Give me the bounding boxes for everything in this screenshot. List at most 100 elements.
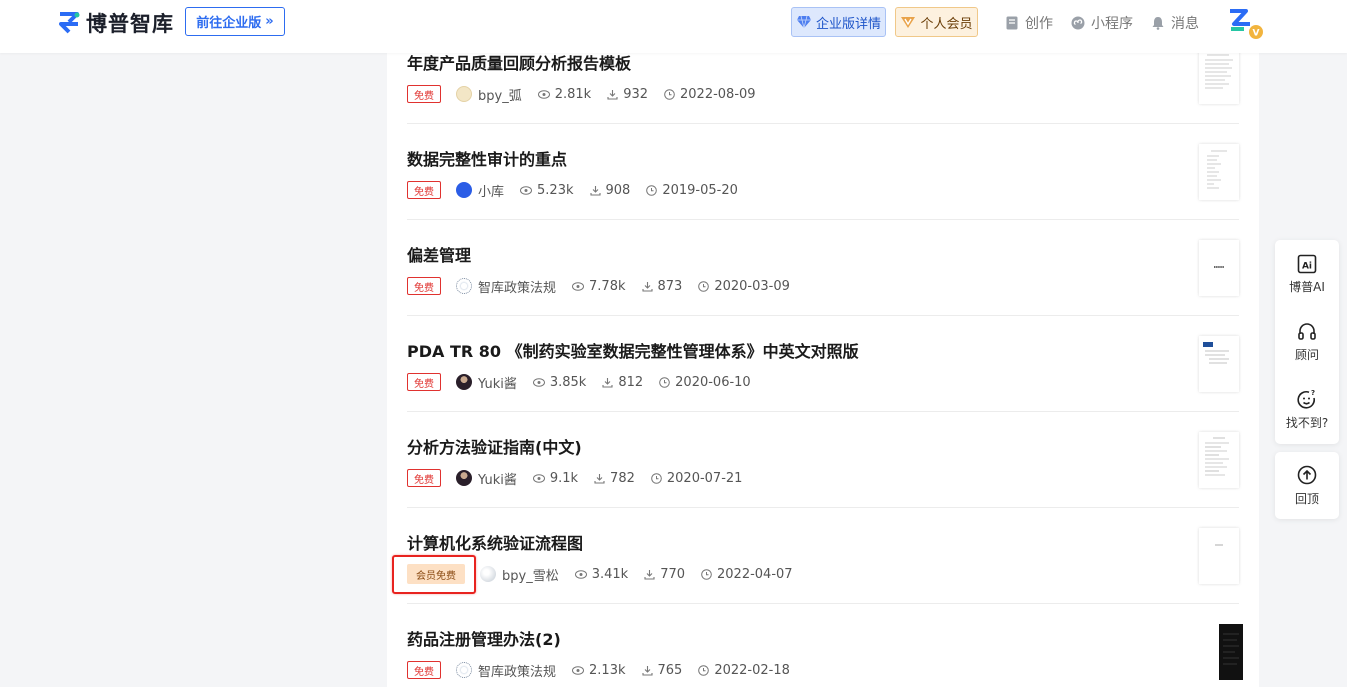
nav-create[interactable]: 创作 <box>1005 13 1053 33</box>
date-text: 2022-04-07 <box>717 566 793 582</box>
document-thumbnail[interactable] <box>1199 144 1239 200</box>
clock-icon <box>664 88 675 100</box>
ai-assistant-button[interactable]: Ai 博普AI <box>1275 240 1339 308</box>
clock-icon <box>651 472 662 484</box>
downloads-count: 770 <box>660 566 686 582</box>
download-icon <box>644 569 655 580</box>
personal-vip-button[interactable]: 个人会员 <box>895 7 978 37</box>
views-stat: 5.23k <box>520 183 574 198</box>
miniprogram-icon <box>1071 16 1085 30</box>
author-name[interactable]: Yuki酱 <box>478 373 517 392</box>
svg-text:?: ? <box>1311 390 1315 397</box>
list-item[interactable]: 年度产品质量回顾分析报告模板 免费 bpy_弧 2.81k 932 2022-0… <box>407 53 1239 124</box>
views-count: 3.85k <box>549 374 587 390</box>
date-stat: 2020-03-09 <box>698 279 790 294</box>
go-enterprise-label: 前往企业版 <box>196 16 262 31</box>
free-tag: 免费 <box>407 181 441 199</box>
eye-icon <box>532 473 545 483</box>
back-to-top-button[interactable]: 回顶 <box>1275 452 1339 519</box>
bell-icon <box>1152 17 1164 30</box>
nav-messages-label: 消息 <box>1171 16 1199 32</box>
document-icon <box>1006 16 1018 30</box>
nav-miniprogram-label: 小程序 <box>1091 16 1133 32</box>
item-meta: 免费 Yuki酱 3.85k 812 2020-06-10 <box>407 372 751 392</box>
not-found-label: 找不到? <box>1285 415 1329 430</box>
eye-icon <box>537 89 550 99</box>
downloads-stat: 770 <box>644 567 685 582</box>
date-text: 2022-02-18 <box>714 662 790 678</box>
download-icon <box>589 185 601 196</box>
document-thumbnail[interactable] <box>1199 528 1239 584</box>
author-name[interactable]: 小库 <box>478 181 504 200</box>
download-icon <box>607 89 618 100</box>
item-title[interactable]: 年度产品质量回顾分析报告模板 <box>407 53 631 74</box>
views-stat: 2.13k <box>572 662 626 678</box>
downloads-stat: 932 <box>607 87 648 102</box>
list-item[interactable]: PDA TR 80 《制药实验室数据完整性管理体系》中英文对照版 免费 Yuki… <box>407 316 1239 412</box>
downloads-stat: 908 <box>589 182 631 198</box>
enterprise-detail-button[interactable]: 企业版详情 <box>791 7 886 37</box>
author-avatar <box>456 662 472 678</box>
document-thumbnail[interactable] <box>1199 53 1239 104</box>
floating-tool-panel: Ai 博普AI 顾问 ? 找不到? <box>1275 240 1339 444</box>
item-title[interactable]: 计算机化系统验证流程图 <box>407 530 583 554</box>
date-text: 2020-06-10 <box>675 374 751 390</box>
user-avatar[interactable]: V <box>1228 8 1264 40</box>
author-name[interactable]: 智库政策法规 <box>478 277 556 296</box>
downloads-stat: 812 <box>602 375 643 390</box>
document-thumbnail[interactable] <box>1199 240 1239 296</box>
top-header: 博普智库 前往企业版 » 企业版详情 个人会员 创作 小程序 消息 V <box>0 0 1347 53</box>
item-meta: 免费 智库政策法规 7.78k 873 2020-03-09 <box>407 276 790 296</box>
item-title[interactable]: 药品注册管理办法(2) <box>407 626 561 650</box>
author-name[interactable]: Yuki酱 <box>478 469 517 488</box>
downloads-stat: 765 <box>641 662 683 678</box>
eye-icon <box>572 665 585 675</box>
list-item[interactable]: 分析方法验证指南(中文) 免费 Yuki酱 9.1k 782 2020-07-2… <box>407 412 1239 508</box>
date-stat: 2020-07-21 <box>651 471 742 486</box>
views-stat: 7.78k <box>572 278 626 294</box>
nav-miniprogram[interactable]: 小程序 <box>1071 13 1133 33</box>
downloads-count: 932 <box>623 86 649 102</box>
document-thumbnail[interactable] <box>1219 624 1243 680</box>
date-stat: 2020-06-10 <box>659 375 751 390</box>
document-thumbnail[interactable] <box>1199 336 1239 392</box>
downloads-count: 908 <box>605 182 631 198</box>
clock-icon <box>646 184 658 196</box>
not-found-button[interactable]: ? 找不到? <box>1275 376 1339 444</box>
views-count: 3.41k <box>591 566 629 582</box>
author-name[interactable]: bpy_弧 <box>478 85 522 104</box>
enterprise-detail-label: 企业版详情 <box>815 16 881 32</box>
downloads-stat: 782 <box>594 471 635 486</box>
download-icon <box>641 281 653 292</box>
views-count: 2.13k <box>589 662 626 678</box>
consultant-label: 顾问 <box>1294 347 1319 362</box>
item-title[interactable]: PDA TR 80 《制药实验室数据完整性管理体系》中英文对照版 <box>407 338 859 362</box>
item-title[interactable]: 数据完整性审计的重点 <box>407 146 567 170</box>
downloads-count: 812 <box>618 374 644 390</box>
date-stat: 2022-04-07 <box>701 567 793 582</box>
author-name[interactable]: bpy_雪松 <box>502 565 559 584</box>
views-count: 7.78k <box>589 278 626 294</box>
go-enterprise-button[interactable]: 前往企业版 » <box>185 7 285 36</box>
author-avatar <box>456 374 472 390</box>
downloads-count: 765 <box>657 662 683 678</box>
item-title[interactable]: 偏差管理 <box>407 242 471 266</box>
eye-icon <box>574 569 587 579</box>
author-name[interactable]: 智库政策法规 <box>478 661 556 680</box>
site-logo[interactable]: 博普智库 <box>58 8 174 38</box>
list-item[interactable]: 计算机化系统验证流程图 会员免费 bpy_雪松 3.41k 770 2022-0… <box>407 508 1239 604</box>
item-title[interactable]: 分析方法验证指南(中文) <box>407 434 582 458</box>
views-stat: 3.85k <box>532 374 587 390</box>
list-item[interactable]: 药品注册管理办法(2) 免费 智库政策法规 2.13k 765 2022-02-… <box>407 604 1243 687</box>
eye-icon <box>572 281 585 291</box>
consultant-button[interactable]: 顾问 <box>1275 308 1339 376</box>
date-text: 2019-05-20 <box>662 182 738 198</box>
item-meta: 免费 Yuki酱 9.1k 782 2020-07-21 <box>407 468 742 488</box>
list-item[interactable]: 偏差管理 免费 智库政策法规 7.78k 873 2020-03-09 <box>407 220 1239 316</box>
date-text: 2022-08-09 <box>680 86 756 102</box>
list-item[interactable]: 数据完整性审计的重点 免费 小库 5.23k 908 2019-05-20 <box>407 124 1239 220</box>
document-list: 年度产品质量回顾分析报告模板 免费 bpy_弧 2.81k 932 2022-0… <box>387 53 1259 687</box>
nav-messages[interactable]: 消息 <box>1151 13 1199 33</box>
clock-icon <box>659 376 670 388</box>
document-thumbnail[interactable] <box>1199 432 1239 488</box>
